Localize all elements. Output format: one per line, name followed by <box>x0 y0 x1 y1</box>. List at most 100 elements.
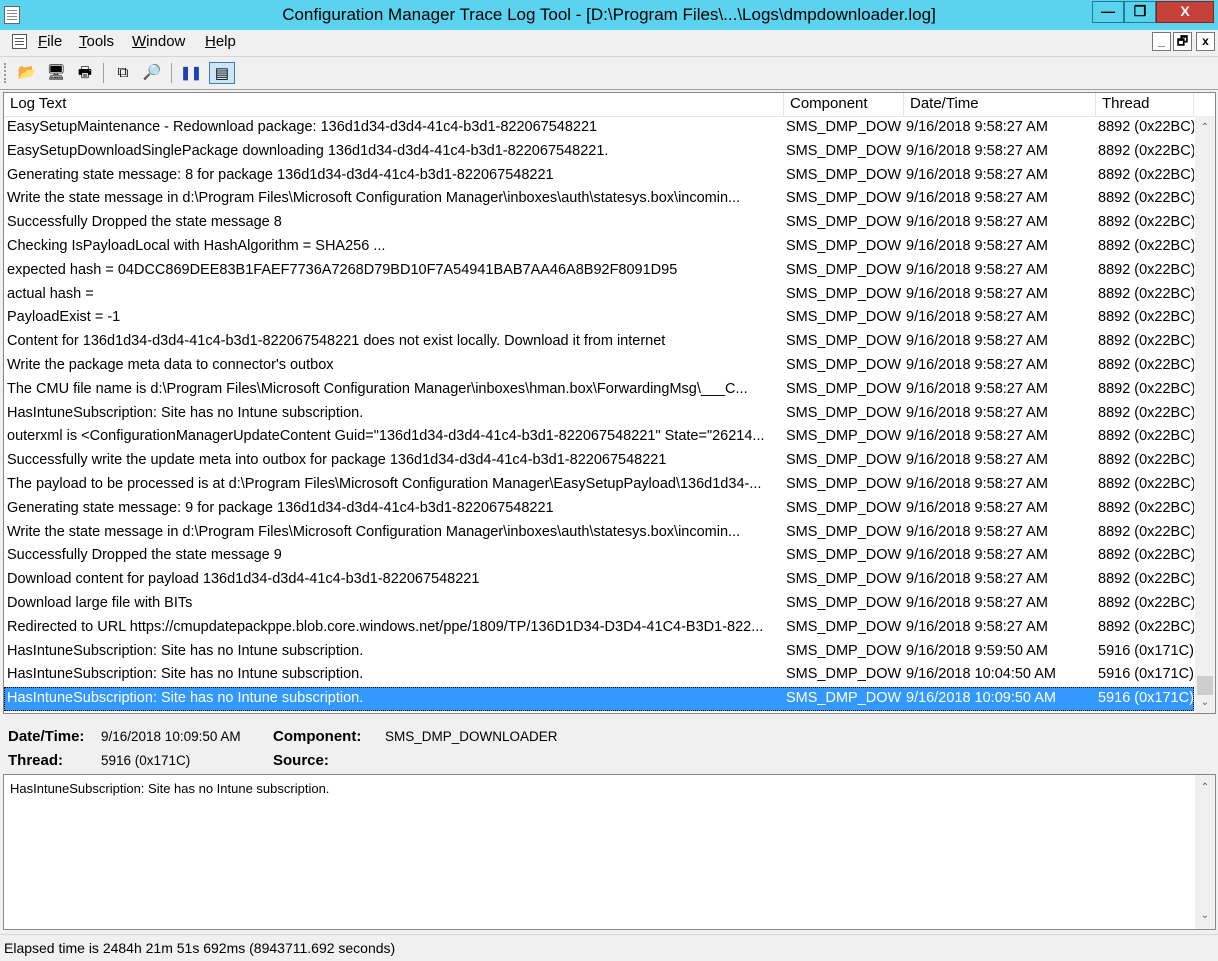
message-textbox[interactable]: HasIntuneSubscription: Site has no Intun… <box>3 774 1216 930</box>
datetime-cell: 9/16/2018 9:58:27 AM <box>906 190 1048 207</box>
column-component[interactable]: Component <box>784 93 904 116</box>
source-label: Source: <box>273 752 329 769</box>
table-row[interactable]: EasySetupDownloadSinglePackage downloadi… <box>4 140 1194 164</box>
mdi-minimize-button[interactable]: _ <box>1152 32 1171 51</box>
log-text-cell: Write the package meta data to connector… <box>7 357 334 373</box>
component-cell: SMS_DMP_DOWNLOADER <box>786 238 902 254</box>
table-row[interactable]: Redirected to URL https://cmupdatepackpp… <box>4 616 1194 640</box>
log-scrollbar[interactable]: ⌃ ⌄ <box>1195 116 1215 713</box>
scroll-up-icon[interactable]: ⌃ <box>1195 778 1215 798</box>
table-row[interactable]: HasIntuneSubscription: Site has no Intun… <box>4 663 1194 687</box>
details-pane: Date/Time: 9/16/2018 10:09:50 AM Compone… <box>0 716 1218 772</box>
thread-cell: 8892 (0x22BC) <box>1098 571 1194 588</box>
document-icon[interactable] <box>12 34 27 49</box>
table-row[interactable]: HasIntuneSubscription: Site has no Intun… <box>4 687 1194 711</box>
log-text-cell: Successfully write the update meta into … <box>7 452 667 469</box>
thread-cell: 8892 (0x22BC) <box>1098 618 1194 635</box>
datetime-cell: 9/16/2018 9:58:27 AM <box>906 595 1048 611</box>
window-title: Configuration Manager Trace Log Tool - [… <box>282 5 936 24</box>
copy-icon[interactable]: ⧉ <box>112 62 134 84</box>
table-row[interactable]: Generating state message: 8 for package … <box>4 164 1194 188</box>
component-value: SMS_DMP_DOWNLOADER <box>385 729 558 744</box>
menu-help[interactable]: Help <box>205 33 236 50</box>
menu-window[interactable]: Window <box>132 33 185 50</box>
log-text-cell: The CMU file name is d:\Program Files\Mi… <box>7 380 748 397</box>
table-row[interactable]: actual hash = SMS_DMP_DOWNLOADER9/16/2018… <box>4 283 1194 307</box>
table-row[interactable]: Successfully write the update meta into … <box>4 449 1194 473</box>
print-preview-icon[interactable]: 🖥 <box>45 62 67 84</box>
thread-cell: 8892 (0x22BC) <box>1098 309 1194 326</box>
table-row[interactable]: Successfully Dropped the state message 9… <box>4 544 1194 568</box>
table-row[interactable]: The payload to be processed is at d:\Pro… <box>4 473 1194 497</box>
table-row[interactable]: Download large file with BITs SMS_DMP_DOW… <box>4 592 1194 616</box>
table-row[interactable]: HasIntuneSubscription: Site has no Intun… <box>4 402 1194 426</box>
log-text-cell: HasIntuneSubscription: Site has no Intun… <box>7 690 364 707</box>
log-text-cell: EasySetupMaintenance - Redownload packag… <box>7 119 598 135</box>
table-row[interactable]: Successfully Dropped the state message 8… <box>4 211 1194 235</box>
log-text-cell: HasIntuneSubscription: Site has no Intun… <box>7 404 364 421</box>
mdi-restore-button[interactable]: 🗗 <box>1173 32 1192 51</box>
column-datetime[interactable]: Date/Time <box>904 93 1096 116</box>
menu-tools[interactable]: Tools <box>79 33 114 50</box>
pause-icon[interactable]: ❚❚ <box>180 62 202 84</box>
log-list[interactable]: Log Text Component Date/Time Thread Easy… <box>3 92 1216 714</box>
toolbar: 📂 🖥 🖶 ⧉ 🔎 ❚❚ ▤ <box>0 56 1218 90</box>
menu-file[interactable]: File <box>38 33 62 50</box>
column-log-text[interactable]: Log Text <box>4 93 784 116</box>
thread-cell: 8892 (0x22BC) <box>1098 285 1194 302</box>
datetime-cell: 9/16/2018 9:58:27 AM <box>906 333 1048 350</box>
datetime-cell: 9/16/2018 10:09:50 AM <box>906 690 1056 707</box>
toolbar-separator <box>171 63 172 83</box>
thread-cell: 8892 (0x22BC) <box>1098 357 1194 373</box>
mdi-close-button[interactable]: x <box>1196 32 1215 51</box>
table-row[interactable]: Content for 136d1d34-d3d4-41c4-b3d1-8220… <box>4 330 1194 354</box>
table-row[interactable]: HasIntuneSubscription: Site has no Intun… <box>4 640 1194 664</box>
component-cell: SMS_DMP_DOWNLOADER <box>786 476 902 492</box>
table-row[interactable]: Write the state message in d:\Program Fi… <box>4 521 1194 545</box>
scroll-down-icon[interactable]: ⌄ <box>1195 906 1215 926</box>
close-button[interactable]: X <box>1156 1 1214 23</box>
open-folder-icon[interactable]: 📂 <box>16 62 38 84</box>
message-scrollbar[interactable]: ⌃ ⌄ <box>1195 775 1215 929</box>
datetime-cell: 9/16/2018 9:58:27 AM <box>906 166 1048 183</box>
table-row[interactable]: EasySetupMaintenance - Redownload packag… <box>4 116 1194 140</box>
menu-bar: File Tools Window Help <box>0 30 1218 54</box>
maximize-button[interactable]: ❐ <box>1124 1 1156 23</box>
log-text-cell: Checking IsPayloadLocal with HashAlgorit… <box>7 238 386 254</box>
table-row[interactable]: The CMU file name is d:\Program Files\Mi… <box>4 378 1194 402</box>
table-row[interactable]: outerxml is <ConfigurationManagerUpdateC… <box>4 425 1194 449</box>
component-cell: SMS_DMP_DOWNLOADER <box>786 595 902 611</box>
log-text-cell: Download content for payload 136d1d34-d3… <box>7 571 480 588</box>
table-row[interactable]: Write the state message in d:\Program Fi… <box>4 187 1194 211</box>
close-icon: X <box>1180 3 1190 19</box>
table-row[interactable]: Checking IsPayloadLocal with HashAlgorit… <box>4 235 1194 259</box>
table-row[interactable]: PayloadExist = -1 SMS_DMP_DOWNLOADER9/16/… <box>4 306 1194 330</box>
component-cell: SMS_DMP_DOWNLOADER <box>786 642 902 659</box>
scroll-down-icon[interactable]: ⌄ <box>1195 693 1215 713</box>
table-row[interactable]: expected hash = 04DCC869DEE83B1FAEF7736A… <box>4 259 1194 283</box>
thread-value: 5916 (0x171C) <box>101 753 191 768</box>
minimize-button[interactable]: — <box>1092 1 1124 23</box>
thread-cell: 8892 (0x22BC) <box>1098 428 1194 445</box>
log-text-cell: Generating state message: 8 for package … <box>7 166 554 183</box>
log-text-cell: Write the state message in d:\Program Fi… <box>7 190 741 207</box>
table-row[interactable]: Generating state message: 9 for package … <box>4 497 1194 521</box>
minimize-icon: — <box>1101 3 1115 19</box>
highlight-icon[interactable]: ▤ <box>209 62 235 84</box>
component-cell: SMS_DMP_DOWNLOADER <box>786 261 902 278</box>
column-thread[interactable]: Thread <box>1096 93 1194 116</box>
print-icon[interactable]: 🖶 <box>74 62 96 84</box>
find-icon[interactable]: 🔎 <box>141 62 163 84</box>
scroll-up-icon[interactable]: ⌃ <box>1195 118 1215 138</box>
thread-cell: 5916 (0x171C) <box>1098 642 1194 659</box>
datetime-cell: 9/16/2018 10:04:50 AM <box>906 666 1056 683</box>
table-row[interactable]: Write the package meta data to connector… <box>4 354 1194 378</box>
toolbar-grip[interactable] <box>4 63 9 83</box>
component-cell: SMS_DMP_DOWNLOADER <box>786 380 902 397</box>
datetime-cell: 9/16/2018 9:58:27 AM <box>906 309 1048 326</box>
list-header: Log Text Component Date/Time Thread <box>4 93 1215 117</box>
log-text-cell: Successfully Dropped the state message 9 <box>7 547 282 564</box>
table-row[interactable]: Download content for payload 136d1d34-d3… <box>4 568 1194 592</box>
thread-cell: 8892 (0x22BC) <box>1098 261 1194 278</box>
thread-cell: 5916 (0x171C) <box>1098 666 1194 683</box>
